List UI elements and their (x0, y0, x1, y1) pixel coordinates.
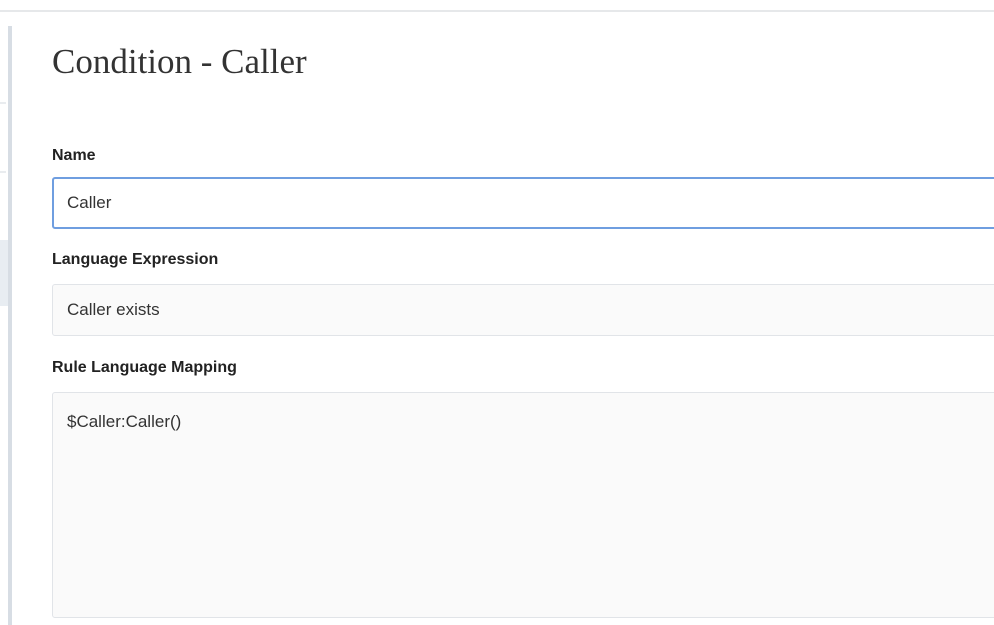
language-expression-label: Language Expression (52, 251, 219, 268)
rule-language-mapping-label: Rule Language Mapping (52, 359, 237, 376)
condition-form: Condition - Caller Name Language Express… (52, 0, 994, 625)
left-sidebar-tick (0, 171, 6, 173)
name-input[interactable] (52, 177, 994, 229)
left-sidebar-rail (8, 26, 12, 625)
page-title: Condition - Caller (52, 42, 307, 81)
rule-language-mapping-textarea[interactable]: $Caller:Caller() (52, 392, 994, 618)
name-label: Name (52, 147, 96, 164)
left-sidebar-tick (0, 102, 6, 104)
condition-editor-page: Condition - Caller Name Language Express… (0, 0, 994, 625)
language-expression-input[interactable] (52, 284, 994, 336)
left-sidebar-selection-marker (0, 240, 8, 306)
